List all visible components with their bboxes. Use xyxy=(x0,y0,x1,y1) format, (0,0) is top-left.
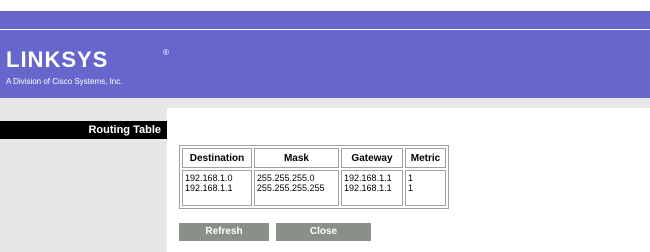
metric-value: 1 xyxy=(407,173,413,183)
destination-value: 192.168.1.0 xyxy=(185,173,233,183)
brand-tagline: A Division of Cisco Systems, Inc. xyxy=(6,77,123,86)
registered-mark: ® xyxy=(163,48,169,57)
column-header-metric: Metric xyxy=(404,148,446,168)
metric-value: 1 xyxy=(407,183,413,193)
mask-value: 255.255.255.0 xyxy=(256,173,315,183)
routing-table: Destination Mask Gateway Metric 192.168.… xyxy=(179,145,449,209)
gateway-value: 192.168.1.1 xyxy=(344,183,392,193)
gateway-value: 192.168.1.1 xyxy=(344,173,392,183)
close-button[interactable]: Close xyxy=(276,223,371,241)
destination-value: 192.168.1.1 xyxy=(185,183,233,193)
table-header-row: Destination Mask Gateway Metric xyxy=(182,148,446,168)
destination-cell: 192.168.1.0 192.168.1.1 xyxy=(182,170,252,206)
mask-cell: 255.255.255.0 255.255.255.255 xyxy=(253,170,340,206)
column-header-destination: Destination xyxy=(182,148,252,168)
gateway-cell: 192.168.1.1 192.168.1.1 xyxy=(341,170,403,206)
section-title: Routing Table xyxy=(0,121,167,139)
column-header-mask: Mask xyxy=(253,148,340,168)
mask-value: 255.255.255.255 xyxy=(256,183,325,193)
top-banner-bar xyxy=(0,11,650,29)
table-row: 192.168.1.0 192.168.1.1 255.255.255.0 25… xyxy=(182,170,446,206)
content-top-strip xyxy=(167,98,650,108)
metric-cell: 1 1 xyxy=(404,170,446,206)
brand-logo: LINKSYS xyxy=(6,47,109,72)
column-header-gateway: Gateway xyxy=(341,148,403,168)
refresh-button[interactable]: Refresh xyxy=(179,223,269,241)
